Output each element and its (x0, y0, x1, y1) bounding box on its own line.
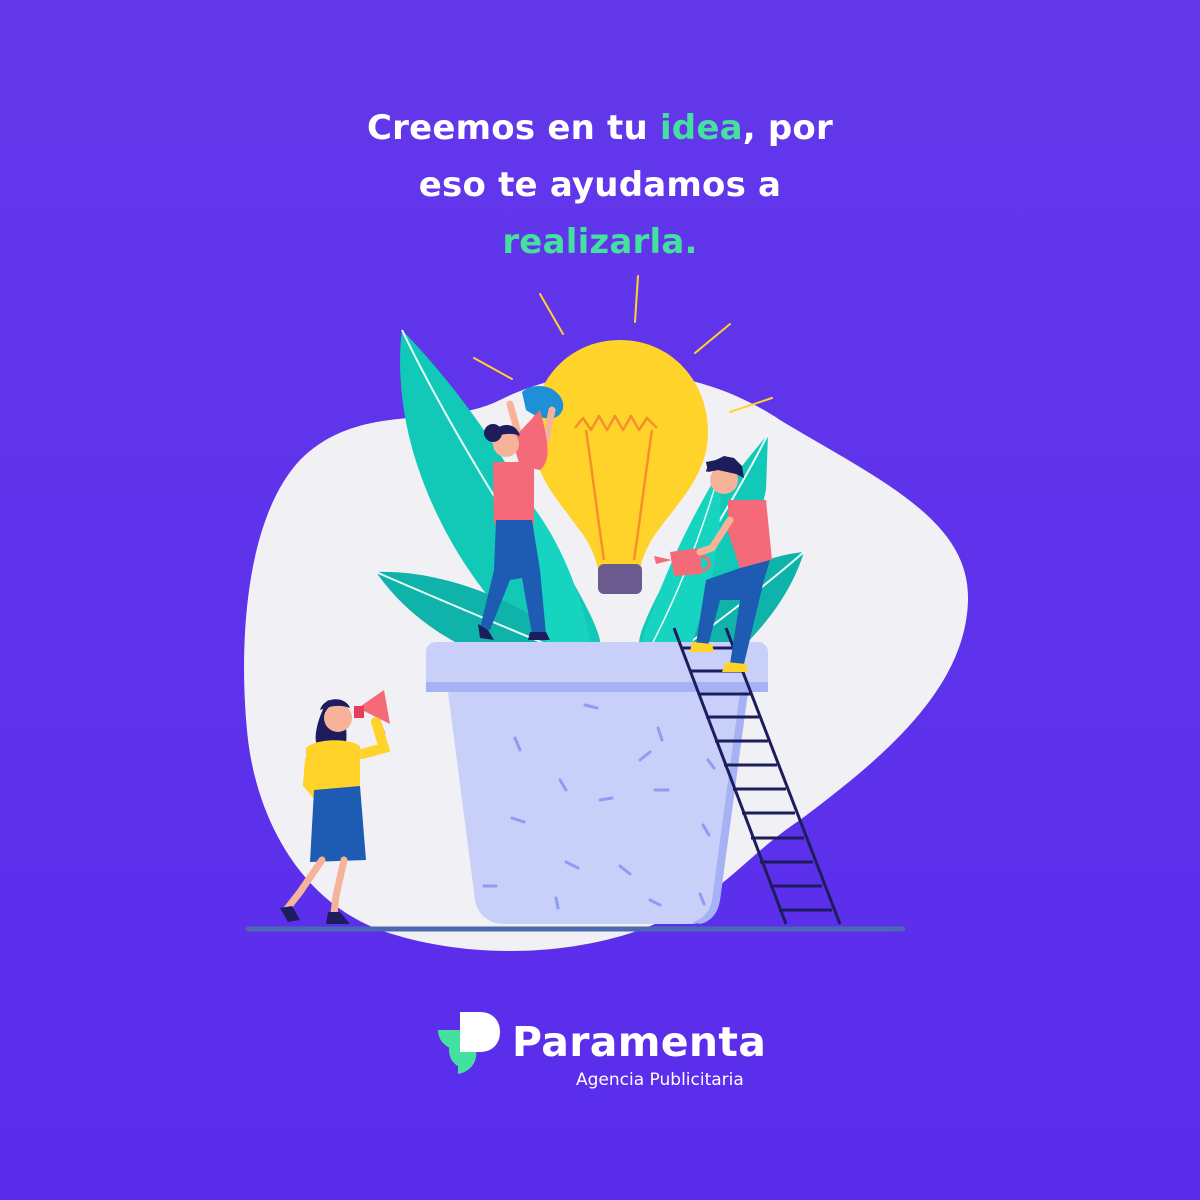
brand-tagline: Agencia Publicitaria (576, 1070, 744, 1090)
plant-pot-icon (426, 642, 768, 924)
brand-name: Paramenta (512, 1018, 767, 1066)
paramenta-logo-icon (438, 1012, 500, 1074)
brand-logo: Paramenta Agencia Publicitaria (436, 1010, 776, 1100)
